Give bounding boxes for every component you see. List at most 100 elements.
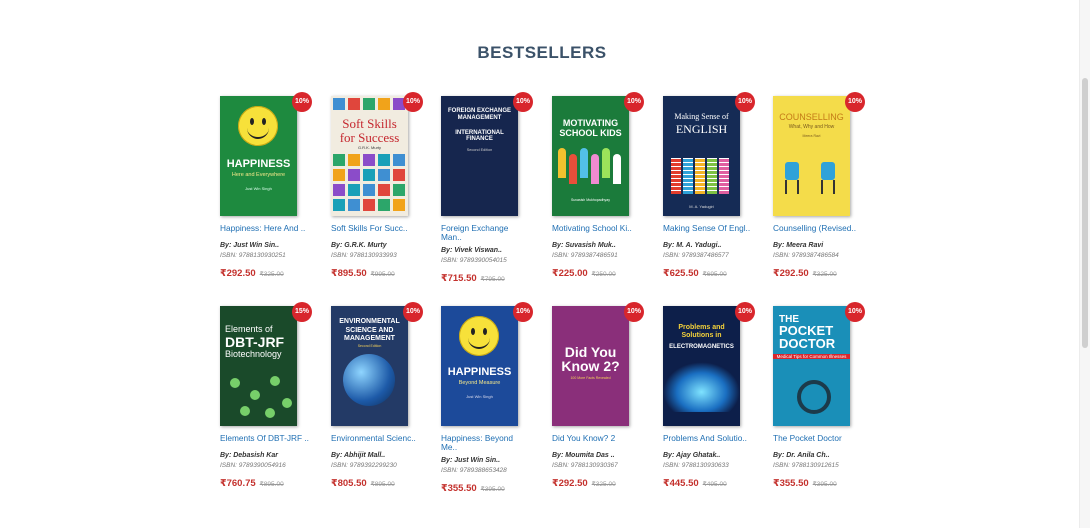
cover-text: COUNSELLING <box>779 112 844 122</box>
book-card[interactable]: ENVIRONMENTAL SCIENCE AND MANAGEMENT Secon… <box>331 302 431 491</box>
cover-text: FOREIGN EXCHANGE MANAGEMENT <box>447 108 511 121</box>
book-cover-image[interactable]: THE POCKET DOCTOR Medical Tips for Common … <box>773 306 850 426</box>
scrollbar-thumb[interactable] <box>1082 78 1088 348</box>
cover-text: Here and Everywhere <box>231 172 286 178</box>
book-title-link[interactable]: Elements Of DBT-JRF .. <box>220 434 320 443</box>
cover-text: Making Sense of <box>674 112 729 121</box>
book-author: By: Vivek Viswan.. <box>441 247 502 254</box>
cover-text: ELECTROMAGNETICS <box>669 344 734 350</box>
book-title-link[interactable]: Happiness: Here And .. <box>220 224 320 233</box>
book-card[interactable]: MOTIVATING SCHOOL KIDS Suvasish Mukhopadhy… <box>552 92 652 281</box>
book-card[interactable]: HAPPINESS Beyond Measure Just Win Singh 10%… <box>441 302 541 496</box>
original-price: ₹325.00 <box>812 271 837 278</box>
cover-text: Second Edition <box>466 148 493 152</box>
sale-price: ₹715.50 <box>441 273 477 284</box>
cover-text: Know 2? <box>561 358 620 374</box>
book-card[interactable]: FOREIGN EXCHANGE MANAGEMENT INTERNATIONAL… <box>441 92 541 286</box>
stethoscope-icon <box>797 380 831 414</box>
price-row: ₹355.50 ₹395.00 <box>773 473 873 491</box>
cover-text: G.R.K. Murty <box>357 145 382 150</box>
book-title-link[interactable]: Environmental Scienc.. <box>331 434 431 443</box>
book-card[interactable]: Problems and Solutions in ELECTROMAGNETIC… <box>663 302 763 491</box>
book-card[interactable]: HAPPINESS Here and Everywhere Just Win Sin… <box>220 92 320 281</box>
book-isbn: ISBN: 9788130912615 <box>773 462 839 469</box>
book-title-link[interactable]: Motivating School Ki.. <box>552 224 652 233</box>
page-scrollbar[interactable] <box>1079 0 1090 528</box>
book-cover-image[interactable]: FOREIGN EXCHANGE MANAGEMENT INTERNATIONAL… <box>441 96 518 216</box>
discount-badge: 10% <box>845 302 865 322</box>
section-heading: BESTSELLERS <box>477 43 607 62</box>
original-price: ₹250.00 <box>591 271 616 278</box>
book-isbn: ISBN: 9788130930367 <box>552 462 618 469</box>
price-row: ₹895.50 ₹995.00 <box>331 263 431 281</box>
cover-text: What, Why and How <box>788 124 835 130</box>
original-price: ₹695.00 <box>702 271 727 278</box>
price-row: ₹292.50 ₹325.00 <box>773 263 873 281</box>
book-isbn: ISBN: 9789390054916 <box>220 462 286 469</box>
cover-text: INTERNATIONAL FINANCE <box>455 130 504 142</box>
cover-text: SCHOOL KIDS <box>559 128 622 138</box>
book-card[interactable]: Elements of DBT-JRF Biotechnology 15% Elemen… <box>220 302 320 491</box>
book-title-link[interactable]: Counselling (Revised.. <box>773 224 873 233</box>
book-title-link[interactable]: Making Sense Of Engl.. <box>663 224 763 233</box>
discount-badge: 10% <box>735 302 755 322</box>
book-isbn: ISBN: 9789387486584 <box>773 252 839 259</box>
molecule-art <box>220 368 297 426</box>
book-cover-image[interactable]: Soft Skills for Success G.R.K. Murty <box>331 96 408 216</box>
cover-text: Biotechnology <box>225 349 282 359</box>
globe-illustration <box>343 354 395 406</box>
discount-badge: 10% <box>403 92 423 112</box>
discount-badge: 15% <box>292 302 312 322</box>
book-cover-image[interactable]: Problems and Solutions in ELECTROMAGNETIC… <box>663 306 740 426</box>
book-isbn: ISBN: 9789387486591 <box>552 252 618 259</box>
book-cover-image[interactable]: ENVIRONMENTAL SCIENCE AND MANAGEMENT Secon… <box>331 306 408 426</box>
book-author: By: Suvasish Muk.. <box>552 242 616 249</box>
original-price: ₹325.00 <box>591 481 616 488</box>
sale-price: ₹760.75 <box>220 478 256 489</box>
price-row: ₹805.50 ₹895.00 <box>331 473 431 491</box>
book-isbn: ISBN: 9788130930251 <box>220 252 286 259</box>
original-price: ₹995.00 <box>370 271 395 278</box>
cover-text: ENVIRONMENTAL <box>339 318 400 325</box>
book-cover-image[interactable]: MOTIVATING SCHOOL KIDS Suvasish Mukhopadhy… <box>552 96 629 216</box>
book-isbn: ISBN: 9789392299230 <box>331 462 397 469</box>
book-card[interactable]: COUNSELLING What, Why and How Meera Ravi 10… <box>773 92 873 281</box>
pattern-art <box>671 158 732 194</box>
book-cover-image[interactable]: COUNSELLING What, Why and How Meera Ravi <box>773 96 850 216</box>
book-cover-image[interactable]: HAPPINESS Here and Everywhere Just Win Sin… <box>220 96 297 216</box>
book-cover-image[interactable]: Did You Know 2? 100 More Facts Revealed <box>552 306 629 426</box>
book-card[interactable]: Did You Know 2? 100 More Facts Revealed 10%… <box>552 302 652 491</box>
book-cover-image[interactable]: HAPPINESS Beyond Measure Just Win Singh <box>441 306 518 426</box>
book-cover-image[interactable]: Elements of DBT-JRF Biotechnology <box>220 306 297 426</box>
book-isbn: ISBN: 9789387486577 <box>663 252 729 259</box>
book-isbn: ISBN: 9789388653428 <box>441 467 507 474</box>
kids-illustration <box>558 148 623 188</box>
cover-text: ENGLISH <box>675 122 728 136</box>
book-author: By: Just Win Sin.. <box>441 457 501 464</box>
sale-price: ₹225.00 <box>552 268 588 279</box>
discount-badge: 10% <box>513 92 533 112</box>
book-title-link[interactable]: Problems And Solutio.. <box>663 434 763 443</box>
smiley-icon <box>459 316 499 356</box>
book-isbn: ISBN: 9788130930633 <box>663 462 729 469</box>
book-title-link[interactable]: Foreign Exchange Man.. <box>441 224 521 242</box>
book-card[interactable]: Soft Skills for Success G.R.K. Murty 10% Sof… <box>331 92 431 281</box>
book-title-link[interactable]: Happiness: Beyond Me.. <box>441 434 521 452</box>
price-row: ₹225.00 ₹250.00 <box>552 263 652 281</box>
cover-text: Just Win Singh <box>466 394 493 399</box>
chairs-illustration <box>783 156 840 196</box>
book-author: By: G.R.K. Murty <box>331 242 387 249</box>
book-card[interactable]: Making Sense of ENGLISH M. A. Yadugiri 10% M… <box>663 92 763 281</box>
cover-text: Medical Tips for Common Illnesses <box>773 354 850 359</box>
discount-badge: 10% <box>624 92 644 112</box>
book-title-link[interactable]: Soft Skills For Succ.. <box>331 224 431 233</box>
price-row: ₹760.75 ₹895.00 <box>220 473 320 491</box>
discount-badge: 10% <box>624 302 644 322</box>
book-title-link[interactable]: Did You Know? 2 <box>552 434 652 443</box>
book-cover-image[interactable]: Making Sense of ENGLISH M. A. Yadugiri <box>663 96 740 216</box>
cover-text: HAPPINESS <box>226 158 291 170</box>
book-author: By: Just Win Sin.. <box>220 242 280 249</box>
discount-badge: 10% <box>735 92 755 112</box>
book-title-link[interactable]: The Pocket Doctor <box>773 434 873 443</box>
book-card[interactable]: THE POCKET DOCTOR Medical Tips for Common … <box>773 302 873 491</box>
